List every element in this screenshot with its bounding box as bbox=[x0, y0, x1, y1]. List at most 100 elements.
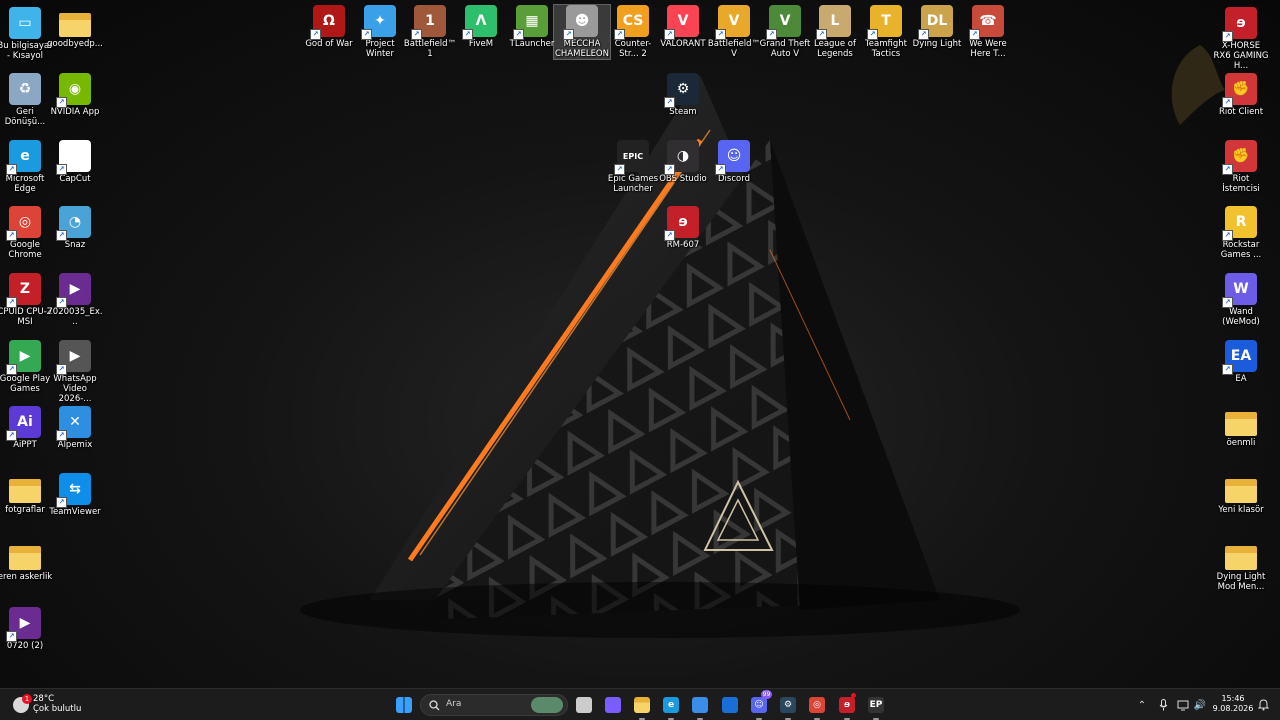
desktop-icon-folder[interactable]: Yeni klasör bbox=[1213, 473, 1269, 515]
desktop-icon-label: OBS Studio bbox=[659, 174, 707, 184]
desktop-icon-folder[interactable]: öenmli bbox=[1213, 406, 1269, 448]
desktop-icon-tft[interactable]: T ↗ Teamfight Tactics bbox=[858, 5, 914, 59]
steam-button[interactable]: ⚙ bbox=[777, 693, 799, 720]
search-box[interactable]: Ara bbox=[420, 694, 568, 716]
desktop-icon-we-were-here[interactable]: ☎ ↗ We Were Here T... bbox=[960, 5, 1016, 59]
weather-widget[interactable]: 1 bbox=[10, 693, 32, 717]
desktop-icon-ea[interactable]: EA ↗ EA bbox=[1213, 340, 1269, 384]
desktop-icon-label: Alpemix bbox=[57, 440, 93, 450]
desktop-icon-aippt[interactable]: Ai ↗ AiPPT bbox=[0, 406, 53, 450]
desktop-icon-cs2[interactable]: CS ↗ Counter-Str... 2 bbox=[605, 5, 661, 59]
desktop-icon-epic-games[interactable]: EPIC ↗ Epic Games Launcher bbox=[605, 140, 661, 194]
shortcut-arrow-icon: ↗ bbox=[56, 97, 67, 108]
weather-icon: 1 bbox=[13, 694, 32, 713]
desktop-icon-obs[interactable]: ◑ ↗ OBS Studio bbox=[655, 140, 711, 184]
desktop-icon-folder[interactable]: fotgraflar bbox=[0, 473, 53, 515]
steam-icon: ⚙ bbox=[780, 697, 796, 713]
desktop-icon-capcut[interactable]: ✂ ↗ CapCut bbox=[47, 140, 103, 184]
desktop-icon-msi-dragon[interactable]: ɘ ↗ RM-607 bbox=[655, 206, 711, 250]
desktop-icon-discord[interactable]: ☺ ↗ Discord bbox=[706, 140, 762, 184]
desktop-icon-label: Epic Games Launcher bbox=[607, 174, 659, 194]
chrome-button[interactable]: ◎ bbox=[806, 693, 828, 720]
store-button[interactable] bbox=[689, 693, 711, 720]
desktop-icon-label: AiPPT bbox=[13, 440, 37, 450]
desktop-icon-project-winter[interactable]: ✦ ↗ Project Winter bbox=[352, 5, 408, 59]
desktop-icon-minecraft[interactable]: ▦ ↗ TLauncher bbox=[504, 5, 560, 49]
desktop-icon-wand[interactable]: W ↗ Wand (WeMod) bbox=[1213, 273, 1269, 327]
epic-button[interactable]: EP bbox=[865, 693, 887, 720]
task-view-button[interactable] bbox=[573, 693, 595, 717]
file-explorer-button[interactable] bbox=[631, 693, 653, 720]
notification-icon[interactable] bbox=[1256, 693, 1270, 717]
clock[interactable]: 15:46 9.08.2026 bbox=[1212, 694, 1254, 714]
desktop-icon-video[interactable]: ▶ ↗ 0720 (2) bbox=[0, 607, 53, 651]
desktop-icon-label: Grand Theft Auto V bbox=[759, 39, 811, 59]
taskbar: 1 28°C Çok bulutlu e ☺ 99 ⚙ ◎ ɘ EP Ara ⌃ 🔊 15:… bbox=[0, 688, 1280, 720]
desktop-icon-alpemix[interactable]: ✕ ↗ Alpemix bbox=[47, 406, 103, 450]
desktop-icon-label: MECCHA CHAMELEON bbox=[554, 39, 609, 59]
desktop-icon-valorant[interactable]: V ↗ VALORANT bbox=[655, 5, 711, 49]
god-of-war-icon: Ω ↗ bbox=[310, 5, 345, 40]
desktop-icon-dying-light[interactable]: DL ↗ Dying Light bbox=[909, 5, 965, 49]
chrome-icon: ◎ bbox=[809, 697, 825, 713]
shortcut-arrow-icon: ↗ bbox=[56, 230, 67, 241]
copilot-button[interactable] bbox=[602, 693, 624, 717]
discord-button[interactable]: ☺ 99 bbox=[748, 690, 772, 720]
desktop-icon-label: Rockstar Games ... bbox=[1220, 240, 1262, 260]
cpuz-icon: Z ↗ bbox=[6, 273, 41, 308]
network-icon[interactable] bbox=[1176, 693, 1190, 717]
shortcut-arrow-icon: ↗ bbox=[816, 29, 827, 40]
desktop-icon-video-file[interactable]: ▶ ↗ WhatsApp Video 2026-... bbox=[47, 340, 103, 404]
msi-button[interactable]: ɘ bbox=[836, 693, 858, 720]
desktop-icon-recycle-bin[interactable]: ♻ Geri Dönüşü... bbox=[0, 73, 53, 127]
desktop-icon-rockstar[interactable]: R ↗ Rockstar Games ... bbox=[1213, 206, 1269, 260]
shortcut-arrow-icon: ↗ bbox=[1222, 97, 1233, 108]
video-icon: ▶ ↗ bbox=[56, 273, 91, 308]
weather-text[interactable]: 28°C Çok bulutlu bbox=[33, 694, 81, 714]
desktop-icon-riot[interactable]: ✊ ↗ Riot Client bbox=[1213, 73, 1269, 117]
desktop-icon-steam[interactable]: ⚙ ↗ Steam bbox=[655, 73, 711, 117]
desktop-icon-play-games[interactable]: ▶ ↗ Google Play Games bbox=[0, 340, 53, 394]
desktop-icon-chrome[interactable]: ◎ ↗ Google Chrome bbox=[0, 206, 53, 260]
desktop-icon-nvidia[interactable]: ◉ ↗ NVIDIA App bbox=[47, 73, 103, 117]
desktop-icon-folder[interactable]: eren askerlik bbox=[0, 540, 53, 582]
desktop bbox=[0, 0, 1280, 688]
edge-button[interactable]: e bbox=[660, 693, 682, 720]
wallpaper-pyramid bbox=[300, 45, 1225, 638]
rockstar-icon: R ↗ bbox=[1222, 206, 1257, 241]
desktop-icon-folder[interactable]: goodbyedp... bbox=[47, 7, 103, 49]
desktop-icon-meccha-chameleon[interactable]: ☻ ↗ MECCHA CHAMELEON bbox=[553, 4, 611, 60]
desktop-icon-league[interactable]: L ↗ League of Legends bbox=[807, 5, 863, 59]
shortcut-arrow-icon: ↗ bbox=[1222, 230, 1233, 241]
capcut-icon: ✂ ↗ bbox=[56, 140, 91, 175]
desktop-icon-battlefield-v[interactable]: V ↗ Battlefield™ V bbox=[706, 5, 762, 59]
desktop-icon-god-of-war[interactable]: Ω ↗ God of War bbox=[301, 5, 357, 49]
msi-dragon-icon: ɘ ↗ bbox=[664, 206, 699, 241]
cs2-icon: CS ↗ bbox=[614, 5, 649, 40]
desktop-icon-computer[interactable]: ▭ Bu bilgisayar - Kısayol bbox=[0, 7, 53, 61]
desktop-icon-riot[interactable]: ✊ ↗ Riot İstemcisi bbox=[1213, 140, 1269, 194]
epic-games-icon: EPIC ↗ bbox=[614, 140, 649, 175]
chevron-up-icon[interactable]: ⌃ bbox=[1135, 693, 1149, 717]
desktop-icon-msi-dragon[interactable]: ɘ ↗ X-HORSE RX6 GAMING H... bbox=[1213, 7, 1269, 71]
desktop-icon-teamviewer[interactable]: ⇆ ↗ TeamViewer bbox=[47, 473, 103, 517]
desktop-icon-snaz[interactable]: ◔ ↗ Snaz bbox=[47, 206, 103, 250]
desktop-icon-label: Dying Light Mod Men... bbox=[1216, 572, 1266, 592]
desktop-icon-edge[interactable]: e ↗ Microsoft Edge bbox=[0, 140, 53, 194]
microphone-icon[interactable] bbox=[1156, 693, 1170, 717]
desktop-icon-cpuz[interactable]: Z ↗ CPUID CPU-Z MSI bbox=[0, 273, 53, 327]
desktop-icon-label: VALORANT bbox=[660, 39, 706, 49]
desktop-icon-label: Microsoft Edge bbox=[5, 174, 45, 194]
desktop-icon-folder[interactable]: Dying Light Mod Men... bbox=[1213, 540, 1269, 592]
desktop-icon-video[interactable]: ▶ ↗ 7020035_Ex... bbox=[47, 273, 103, 327]
desktop-icon-battlefield-1[interactable]: 1 ↗ Battlefield™ 1 bbox=[402, 5, 458, 59]
folder-icon bbox=[1225, 479, 1257, 503]
desktop-icon-gta-v[interactable]: V ↗ Grand Theft Auto V bbox=[757, 5, 813, 59]
desktop-icon-label: God of War bbox=[305, 39, 353, 49]
start-button[interactable] bbox=[393, 693, 415, 717]
weather-badge: 1 bbox=[22, 694, 32, 704]
volume-icon[interactable]: 🔊 bbox=[1193, 693, 1207, 717]
msi-dragon-icon: ɘ bbox=[839, 697, 855, 713]
desktop-icon-fivem[interactable]: Λ ↗ FiveM bbox=[453, 5, 509, 49]
outlook-button[interactable] bbox=[719, 693, 741, 717]
